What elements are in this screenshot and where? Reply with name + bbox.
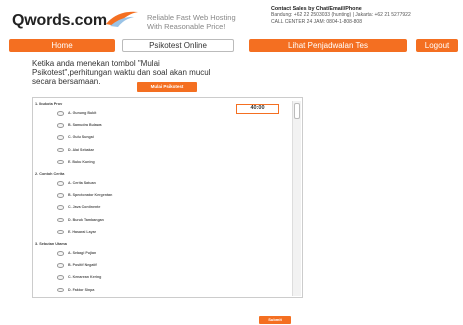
question-text: 1. Ibukota Prov bbox=[35, 102, 63, 106]
countdown-timer: 40:00 bbox=[236, 104, 279, 114]
radio-button[interactable] bbox=[57, 135, 64, 140]
option-label: D. Faktor Sinpa bbox=[68, 287, 95, 292]
nav-lihat-penjadwalan[interactable]: Lihat Penjadwalan Tes bbox=[249, 39, 407, 52]
nav-home[interactable]: Home bbox=[9, 39, 115, 52]
option-label: A. Cerita Satuan bbox=[68, 181, 96, 185]
radio-button[interactable] bbox=[57, 251, 64, 256]
radio-button[interactable] bbox=[57, 147, 64, 153]
quiz-panel: 1. Ibukota Prov A. Gunung Bukit B. Samudra… bbox=[32, 97, 303, 298]
option-label: E. Hasarai Layar bbox=[68, 229, 96, 234]
site-logo[interactable]: Qwords.com bbox=[12, 12, 107, 30]
option-label: A. Sebagi Pujian bbox=[68, 251, 97, 255]
option-label: E. Buku Kuning bbox=[68, 159, 95, 164]
quiz-scrollbar[interactable] bbox=[292, 101, 301, 296]
radio-button[interactable] bbox=[57, 263, 64, 268]
logo-swoosh-icon bbox=[106, 11, 138, 27]
option-label: B. Positif Negatif bbox=[68, 263, 97, 268]
main-nav: Home Psikotest Online Lihat Penjadwalan … bbox=[0, 39, 463, 54]
contact-callcenter: CALL CENTER 24 JAM: 0804-1-808-808 bbox=[271, 18, 362, 25]
option-label: B. Samudra Bulawa bbox=[68, 123, 102, 128]
option-label: C. Kenarean Kering bbox=[68, 275, 102, 280]
option-label: A. Gunung Bukit bbox=[68, 111, 97, 115]
tagline-line-2: With Reasonable Price! bbox=[147, 22, 226, 31]
option-label: D. Alai Sebakar bbox=[68, 147, 95, 152]
radio-button[interactable] bbox=[57, 217, 64, 223]
option-label: C. Java Continente bbox=[68, 205, 101, 210]
question-text: 3. Sebutan Utama bbox=[35, 242, 67, 246]
radio-button[interactable] bbox=[57, 287, 64, 293]
question-text: 2. Contoh Cerita bbox=[35, 172, 65, 176]
radio-button[interactable] bbox=[57, 181, 64, 186]
site-header: Qwords.com Reliable Fast Web Hosting Wit… bbox=[0, 0, 463, 38]
option-label: C. Gulu Sungai bbox=[68, 135, 94, 140]
scrollbar-thumb[interactable] bbox=[294, 103, 300, 119]
instruction-line-1: Ketika anda menekan tombol "Mulai bbox=[32, 59, 160, 68]
nav-logout[interactable]: Logout bbox=[416, 39, 458, 52]
site-tagline: Reliable Fast Web Hosting With Reasonabl… bbox=[147, 13, 236, 31]
radio-button[interactable] bbox=[57, 159, 64, 165]
contact-info: Contact Sales by Chat/Email/Phone Bandun… bbox=[271, 6, 463, 25]
radio-button[interactable] bbox=[57, 193, 64, 198]
radio-button[interactable] bbox=[57, 275, 64, 280]
tagline-line-1: Reliable Fast Web Hosting bbox=[147, 13, 236, 22]
radio-button[interactable] bbox=[57, 205, 64, 210]
submit-button[interactable]: Submit bbox=[259, 316, 291, 324]
nav-psikotest-online[interactable]: Psikotest Online bbox=[122, 39, 234, 52]
instruction-line-2: Psikotest",perhitungan waktu dan soal ak… bbox=[32, 68, 211, 77]
radio-button[interactable] bbox=[57, 229, 64, 235]
option-label: B. Spectonator Kergentan bbox=[68, 193, 113, 198]
radio-button[interactable] bbox=[57, 123, 64, 128]
radio-button[interactable] bbox=[57, 111, 64, 116]
option-label: D. Buruk Tambangan bbox=[68, 217, 104, 222]
start-psikotest-button[interactable]: Mulai Psikotest bbox=[137, 82, 197, 92]
